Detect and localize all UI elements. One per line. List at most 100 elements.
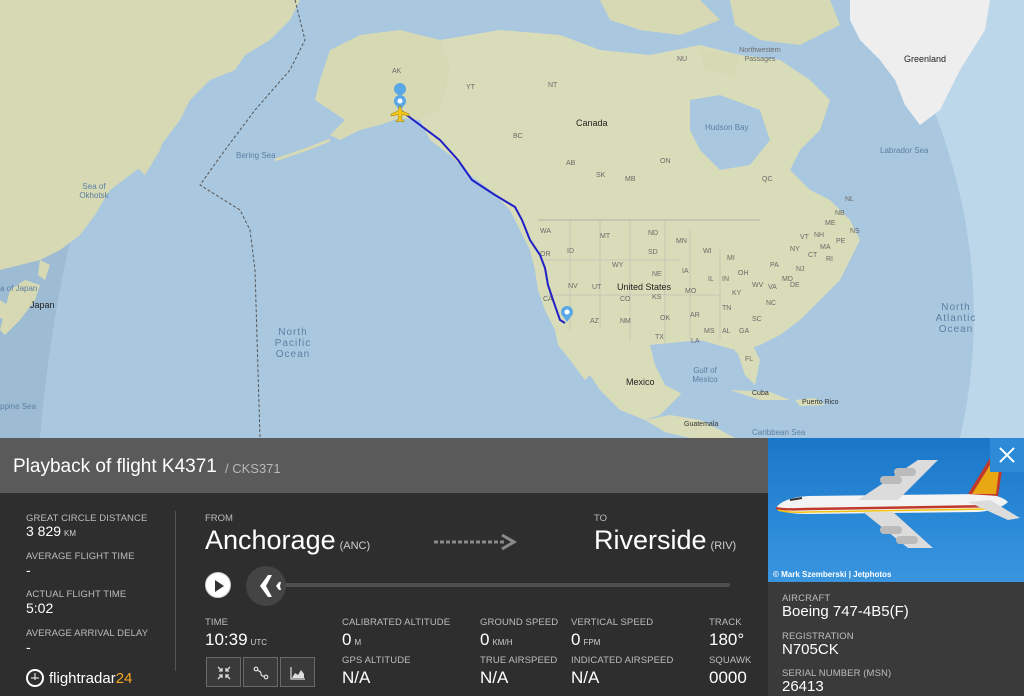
map-label-ri: RI [826,256,833,263]
map-label-wi: WI [703,248,712,255]
map-label-nl: NL [845,196,854,203]
map-label-japan: Japan [30,300,55,310]
map-label-mt: MT [600,233,611,240]
playback-title: Playback of flight K4371 [13,456,217,477]
actual-flight-time-label: ACTUAL FLIGHT TIME [26,589,127,600]
map-label-nc: NC [766,300,777,307]
map-label-wv: WV [752,282,764,289]
map-label-ak: AK [392,68,402,75]
flight-callsign: / CKS371 [225,461,281,476]
map-label-nv: NV [568,283,578,290]
map-label-greenland: Greenland [904,54,947,64]
map-label-az: AZ [590,318,599,325]
map-label-al: AL [722,328,731,335]
close-icon[interactable] [990,438,1024,472]
registration-value: N705CK [782,641,839,658]
map-label-fl: FL [745,356,754,363]
actual-flight-time-value: 5:02 [26,600,54,616]
map-label-ms: MS [704,328,715,335]
map-label-yt: YT [466,84,475,91]
indicated-airspeed-label: INDICATED AIRSPEED [571,655,674,666]
playback-scrubber[interactable] [246,566,286,606]
map-label-bc: BC [513,133,523,140]
route-toggle-button[interactable] [243,657,278,687]
fit-bounds-icon [217,666,231,680]
flightradar24-logo-icon [26,669,44,687]
indicated-airspeed-value: N/A [571,668,600,687]
map-label-va: VA [768,284,777,291]
average-flight-time-value: - [26,562,31,578]
play-button[interactable] [205,572,231,598]
flightradar24-logo[interactable]: flightradar24 [49,670,132,687]
map-label-me: ME [825,220,836,227]
map-label-ia: IA [682,268,689,275]
playback-progress-track[interactable] [260,583,730,587]
gps-altitude-value: N/A [342,668,371,687]
map-label-on: ON [660,158,671,165]
time-label: TIME [205,617,229,628]
map-label-cuba: Cuba [752,390,769,397]
origin-city[interactable]: Anchorage (ANC) [205,525,370,556]
average-flight-time-label: AVERAGE FLIGHT TIME [26,551,135,562]
map-label-ma: MA [820,244,831,251]
true-airspeed-label: TRUE AIRSPEED [480,655,558,666]
vertical-speed-label: VERTICAL SPEED [571,617,654,628]
destination-city[interactable]: Riverside (RIV) [594,525,736,556]
map-label-ok: OK [660,315,671,322]
map-label-sc: SC [752,316,762,323]
map-label-mexico: Mexico [626,377,655,387]
average-arrival-delay-label: AVERAGE ARRIVAL DELAY [26,628,149,639]
squawk-label: SQUAWK [709,655,752,666]
panel-divider [175,511,176,671]
map-label-gulf-of-mexico: Gulf of Mexico [692,366,718,384]
map-label-hudson-bay: Hudson Bay [705,123,749,132]
photo-credit[interactable]: © Mark Szemberski | Jetphotos [773,570,891,579]
map-label-ns: NS [850,228,860,235]
vertical-speed-value: 0 FPM [571,630,601,649]
map-label-philippine-sea: ppine Sea [0,402,37,411]
map-label-ar: AR [690,312,700,319]
map-label-sea-of-japan: a of Japan [0,284,38,293]
map-label-co: CO [620,296,631,303]
map-label-north-pacific-ocean: North Pacific Ocean [274,327,312,360]
map-label-mi: MI [727,255,735,262]
map-label-ct: CT [808,252,818,259]
great-circle-distance-value: 3 829 KM [26,523,77,539]
map-label-in: IN [722,276,729,283]
map-label-mb: MB [625,176,636,183]
track-value: 180° [709,630,745,649]
map-label-ga: GA [739,328,750,335]
map-label-nh: NH [814,232,825,239]
map-label-labrador-sea: Labrador Sea [880,146,929,155]
track-label: TRACK [709,617,742,628]
map-label-guatemala: Guatemala [684,421,719,428]
to-label: TO [594,513,608,524]
squawk-value: 0000 [709,668,747,687]
map-label-ny: NY [790,246,800,253]
map-label-ks: KS [652,294,662,301]
map-label-qc: QC [762,176,773,183]
flight-map[interactable]: Greenland Northwestern Passages Canada H… [0,0,1024,438]
map-label-sea-of-okhotsk: Sea of Okhotsk [79,182,109,200]
map-label-oh: OH [738,270,749,277]
aircraft-photo-image [775,458,1020,548]
map-label-ne: NE [652,271,662,278]
ground-speed-label: GROUND SPEED [480,617,559,628]
aircraft-photo[interactable] [768,438,1024,582]
map-label-caribbean-sea: Caribbean Sea [752,428,806,437]
map-label-ut: UT [592,284,602,291]
map-label-wy: WY [612,262,624,269]
map-label-or: OR [540,251,551,258]
true-airspeed-value: N/A [480,668,509,687]
fit-bounds-button[interactable] [206,657,241,687]
map-label-la: LA [691,338,700,345]
aircraft-type-value: Boeing 747-4B5(F) [782,603,909,620]
map-label-nd: ND [648,230,659,237]
map-label-puerto-rico: Puerto Rico [802,399,839,406]
altitude-graph-button[interactable] [280,657,315,687]
map-label-nj: NJ [796,266,805,273]
ground-speed-value: 0 KM/H [480,630,513,649]
map-label-sk: SK [596,172,606,179]
map-label-nt: NT [548,82,558,89]
map-label-ky: KY [732,290,742,297]
